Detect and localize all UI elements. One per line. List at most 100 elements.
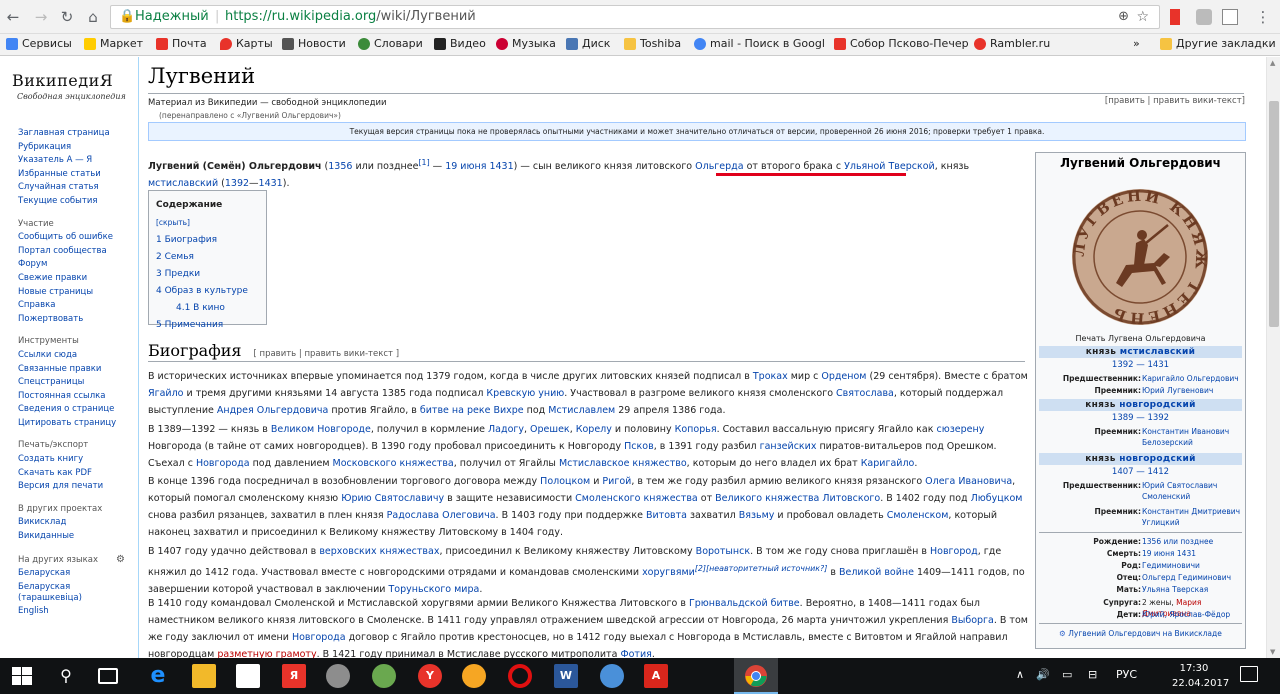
bookmark-mail[interactable]: Почта (156, 37, 207, 50)
sidebar-item-events[interactable]: Текущие события (18, 195, 128, 209)
bookmark-dictionaries[interactable]: Словари (358, 37, 423, 50)
windows-start-icon[interactable] (10, 664, 34, 688)
task-view-icon[interactable] (98, 668, 118, 684)
bookmark-rambler[interactable]: Rambler.ru (974, 37, 1050, 50)
toc-item-ancestors[interactable]: 3 Предки (156, 266, 259, 283)
yandex-browser-icon[interactable]: Y (418, 664, 442, 688)
toc-item-cinema[interactable]: 4.1 В кино (156, 300, 259, 317)
file-explorer-icon[interactable] (192, 664, 216, 688)
bookmark-sobor[interactable]: Собор Псково-Печер (834, 37, 969, 50)
bookmark-maps[interactable]: Карты (220, 37, 273, 50)
sidebar-item-help[interactable]: Справка (18, 299, 128, 313)
infobox-reign-1[interactable]: 1392 — 1431 (1036, 360, 1245, 370)
sidebar-item-links-here[interactable]: Ссылки сюда (18, 349, 128, 363)
extension-icon[interactable] (1196, 9, 1212, 25)
sidebar-item-book[interactable]: Создать книгу (18, 453, 128, 467)
sidebar-item-random[interactable]: Случайная статья (18, 181, 128, 195)
input-language[interactable]: РУС (1116, 668, 1137, 681)
toc-item-biography[interactable]: 1 Биография (156, 232, 259, 249)
battery-icon[interactable]: ▭ (1062, 668, 1072, 681)
sidebar-item-forum[interactable]: Форум (18, 258, 128, 272)
seal-image[interactable]: ЛУГВЕНИ КНЯЖ ТЕНЕНЬ (1070, 185, 1210, 330)
chrome-taskbar-item[interactable] (734, 658, 778, 694)
sidebar-item-main[interactable]: Заглавная страница (18, 127, 128, 141)
network-icon[interactable]: ⊟ (1088, 668, 1097, 681)
yandex-taskbar-icon[interactable]: Я (282, 664, 306, 688)
bookmarks-overflow[interactable]: » (1133, 37, 1140, 50)
bookmark-ext-icon[interactable] (1170, 9, 1180, 25)
menu-icon[interactable]: ⋮ (1254, 8, 1272, 26)
word-icon[interactable]: W (554, 664, 578, 688)
sidebar-item-permalink[interactable]: Постоянная ссылка (18, 390, 128, 404)
app-icon-orange[interactable] (462, 664, 486, 688)
camera-icon[interactable] (372, 664, 396, 688)
sidebar-item-lang-en[interactable]: English (18, 605, 128, 619)
address-bar[interactable]: 🔒 Надежный | https://ru.wikipedia.org/wi… (110, 5, 1160, 29)
scrollbar-thumb[interactable] (1269, 101, 1279, 327)
sidebar-item-lang-be[interactable]: Беларуская (18, 567, 128, 581)
seal-caption: Печать Лугвена Ольгердовича (1075, 334, 1206, 343)
sidebar-item-featured[interactable]: Избранные статьи (18, 168, 128, 182)
notifications-icon[interactable] (1240, 666, 1258, 682)
tray-chevron-icon[interactable]: ∧ (1016, 668, 1024, 681)
bookmark-services[interactable]: Сервисы (6, 37, 72, 50)
bookmark-news[interactable]: Новости (282, 37, 346, 50)
bookmark-google-search[interactable]: mail - Поиск в Googl (694, 37, 825, 50)
edge-icon[interactable]: e (146, 664, 170, 688)
sidebar-item-categories[interactable]: Рубрикация (18, 141, 128, 155)
store-icon[interactable] (236, 664, 260, 688)
title-divider (148, 93, 1244, 94)
infobox-reign-2[interactable]: 1389 — 1392 (1036, 413, 1245, 423)
section-edit-links[interactable]: [ править | править вики-текст ] (254, 349, 400, 359)
sidebar-item-commons[interactable]: Викисклад (18, 516, 128, 530)
sidebar-item-new-pages[interactable]: Новые страницы (18, 286, 128, 300)
sidebar-item-index[interactable]: Указатель А — Я (18, 154, 128, 168)
acrobat-icon[interactable]: A (644, 664, 668, 688)
star-icon[interactable]: ☆ (1136, 6, 1149, 28)
scroll-up-icon[interactable]: ▲ (1270, 59, 1275, 67)
app-icon-blue[interactable] (600, 664, 624, 688)
page-scrollbar[interactable]: ▲ ▼ (1266, 57, 1280, 658)
sidebar-item-special[interactable]: Спецстраницы (18, 376, 128, 390)
disk-icon (566, 37, 578, 50)
sidebar-item-portal[interactable]: Портал сообщества (18, 245, 128, 259)
search-icon[interactable]: ⚲ (54, 664, 78, 688)
sidebar-item-cite[interactable]: Цитировать страницу (18, 417, 128, 431)
toc-item-notes[interactable]: 5 Примечания (156, 317, 259, 334)
toc-item-culture[interactable]: 4 Образ в культуре (156, 283, 259, 300)
sidebar-item-report[interactable]: Сообщить об ошибке (18, 231, 128, 245)
sidebar-item-related[interactable]: Связанные правки (18, 363, 128, 377)
forward-icon[interactable]: → (32, 8, 50, 26)
sidebar-item-donate[interactable]: Пожертвовать (18, 313, 128, 327)
bookmark-video[interactable]: Видео (434, 37, 486, 50)
wikipedia-logo[interactable]: ВикипедиЯ (12, 71, 113, 90)
back-icon[interactable]: ← (4, 8, 22, 26)
section-divider (148, 361, 1025, 362)
zoom-icon[interactable]: ⊕ (1118, 6, 1129, 28)
sidebar-item-wikidata[interactable]: Викиданные (18, 530, 128, 544)
gear-icon[interactable]: ⚙ (116, 554, 125, 565)
bookmark-market[interactable]: Маркет (84, 37, 143, 50)
app-icon-round[interactable] (326, 664, 350, 688)
sidebar-item-lang-be-tarask[interactable]: Беларуская (тарашкевіца) (18, 582, 128, 604)
toc-item-family[interactable]: 2 Семья (156, 249, 259, 266)
bookmark-toshiba[interactable]: Toshiba (624, 37, 681, 50)
clock[interactable]: 17:30 22.04.2017 (1172, 661, 1229, 691)
volume-icon[interactable]: 🔊 (1036, 668, 1050, 681)
sidebar-item-recent[interactable]: Свежие правки (18, 272, 128, 286)
sidebar-item-printable[interactable]: Версия для печати (18, 480, 128, 494)
sidebar-item-pdf[interactable]: Скачать как PDF (18, 467, 128, 481)
opera-icon[interactable] (508, 664, 532, 688)
home-icon[interactable]: ⌂ (84, 8, 102, 26)
extension-k-icon[interactable] (1222, 9, 1238, 25)
infobox-reign-3[interactable]: 1407 — 1412 (1036, 467, 1245, 477)
sidebar-item-page-info[interactable]: Сведения о странице (18, 403, 128, 417)
reload-icon[interactable]: ↻ (58, 8, 76, 26)
page-viewport: ВикипедиЯ Свободная энциклопедия Заглавн… (0, 57, 1266, 658)
bookmark-disk[interactable]: Диск (566, 37, 610, 50)
bookmark-music[interactable]: Музыка (496, 37, 556, 50)
scroll-down-icon[interactable]: ▼ (1270, 648, 1275, 656)
other-bookmarks[interactable]: Другие закладки (1160, 37, 1276, 50)
page-edit-links[interactable]: [править | править вики-текст] (1105, 96, 1245, 106)
toc-hide-link[interactable]: [скрыть] (156, 218, 190, 227)
